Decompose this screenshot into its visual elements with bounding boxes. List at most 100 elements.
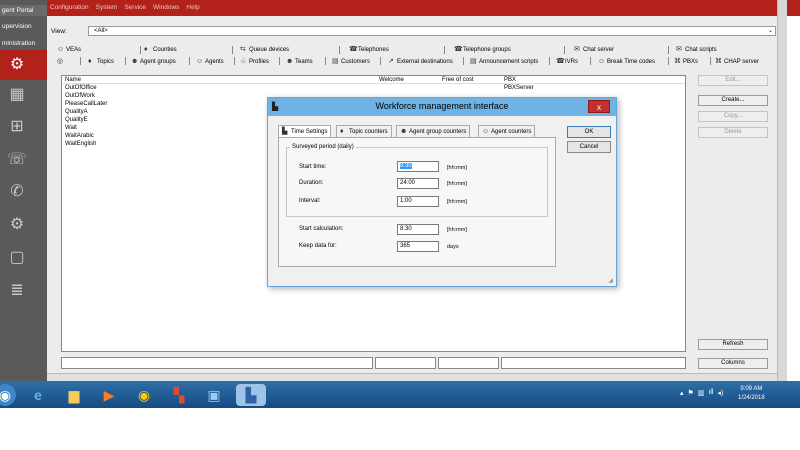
menu-system[interactable]: System — [96, 0, 118, 16]
tb-globe[interactable]: ◎ — [57, 58, 64, 65]
cancel-button[interactable]: Cancel — [567, 141, 611, 153]
tab-agent-group-counters[interactable]: ☻ Agent group counters — [396, 125, 471, 137]
sidebar-tab-agent-portal[interactable]: gent Portal — [0, 5, 47, 16]
list-item[interactable]: OutOfOffice — [65, 85, 97, 92]
refresh-button[interactable]: Refresh — [698, 339, 768, 350]
user-gear-icon[interactable]: ⚙ — [6, 215, 28, 235]
system-tray[interactable]: ▴ ⚑ ▥ ıll ◂) — [680, 389, 723, 397]
tb-agents[interactable]: ☺ Agents — [196, 58, 224, 65]
tb-break-time-codes[interactable]: ☺ Break Time codes — [598, 58, 655, 65]
tb-chat-server[interactable]: ✉ Chat server — [574, 46, 614, 53]
tray-up-arrow-icon[interactable]: ▴ — [680, 389, 684, 397]
keep-data-input[interactable]: 365 — [397, 241, 439, 252]
filter-name-input[interactable] — [61, 357, 373, 369]
chat-script-icon: ✉ — [676, 46, 682, 53]
tb-topics[interactable]: ♦ Topics — [88, 58, 114, 65]
running-app-icon[interactable]: ▙ — [236, 384, 266, 406]
duration-input[interactable]: 24:00 — [397, 178, 439, 189]
flag-icon[interactable]: ⚑ — [688, 389, 694, 397]
view-select[interactable]: <All> ⌄ — [88, 26, 776, 36]
close-button[interactable]: x — [588, 100, 610, 113]
tb-queue-devices[interactable]: ⇆ Queue devices — [240, 46, 289, 53]
app-tiles-icon[interactable]: ▚ — [168, 384, 190, 406]
tb-announcement-scripts[interactable]: ▤ Announcement scripts — [470, 58, 538, 65]
agent-groups-icon: ☻ — [400, 128, 408, 135]
pbx-icon: ⌘ — [674, 58, 681, 65]
tb-agent-groups[interactable]: ☻ Agent groups — [131, 58, 176, 65]
internet-explorer-icon[interactable]: e — [27, 384, 49, 406]
delete-button[interactable]: Delete — [698, 127, 768, 138]
list-item[interactable]: WaitArabic — [65, 133, 94, 140]
network-icon[interactable]: ▥ — [698, 389, 705, 397]
tb-external-destinations[interactable]: ↗ External destinations — [388, 58, 453, 65]
menu-help[interactable]: Help — [186, 0, 199, 16]
filter-pbx-input[interactable] — [501, 357, 686, 369]
hierarchy-gear-icon[interactable]: ⊞ — [6, 117, 28, 137]
file-explorer-icon[interactable]: ▆ — [63, 384, 85, 406]
list-item[interactable]: WaitEnglish — [65, 141, 96, 148]
sidebar-tab-administration[interactable]: ministration — [0, 38, 47, 49]
resize-grip-icon[interactable]: ◢ — [608, 277, 613, 284]
column-header-free-of-cost[interactable]: Free of cost — [442, 77, 474, 84]
dialog-titlebar[interactable]: ▙ Workforce management interface x — [268, 98, 616, 116]
sidebar-tab-supervision[interactable]: upervision — [0, 21, 47, 32]
users-icon: ☺ — [57, 46, 65, 53]
document-gear-icon[interactable]: ▢ — [6, 248, 28, 268]
ok-button[interactable]: OK — [567, 126, 611, 138]
copy-button[interactable]: Copy... — [698, 111, 768, 122]
columns-button[interactable]: Columns — [698, 358, 768, 369]
tb-chat-scripts[interactable]: ✉ Chat scripts — [676, 46, 717, 53]
volume-icon[interactable]: ◂) — [717, 389, 723, 397]
list-item[interactable]: QualityA — [65, 109, 88, 116]
horizontal-scrollbar[interactable] — [47, 373, 777, 381]
tb-telephone-groups[interactable]: ☎ Telephone groups — [454, 46, 511, 53]
menu-windows[interactable]: Windows — [153, 0, 179, 16]
start-button-icon[interactable]: ◉ — [0, 384, 16, 406]
topics-icon: ♦ — [88, 58, 92, 65]
tab-time-settings[interactable]: ▙ Time Settings — [278, 125, 332, 137]
tb-profiles[interactable]: ♧ Profiles — [240, 58, 269, 65]
create-button[interactable]: Create... — [698, 95, 768, 106]
vertical-scrollbar[interactable] — [777, 0, 787, 381]
phone-gear-icon[interactable]: ☏ — [6, 150, 28, 170]
interval-input[interactable]: 1:00 — [397, 196, 439, 207]
edit-button[interactable]: Edit... — [698, 75, 768, 86]
table-gear-icon[interactable]: ▦ — [6, 85, 28, 105]
start-time-input[interactable]: 8:30 — [397, 161, 439, 172]
column-header-welcome[interactable]: Welcome — [379, 77, 404, 84]
toolbar-separator — [279, 57, 280, 65]
tb-chap-server[interactable]: ⌘ CHAP server — [715, 58, 759, 65]
phone-icon[interactable]: ✆ — [6, 182, 28, 202]
signal-icon[interactable]: ıll — [708, 389, 713, 397]
toolbar-separator — [189, 57, 190, 65]
agent-icon: ☺ — [482, 128, 490, 135]
chrome-icon[interactable]: ◉ — [133, 384, 155, 406]
list-item[interactable]: QualityE — [65, 117, 88, 124]
tb-counties[interactable]: ♦ Counties — [144, 46, 177, 53]
list-item[interactable]: Wait — [65, 125, 77, 132]
tb-telephones[interactable]: ☎ Telephones — [349, 46, 389, 53]
tb-customers[interactable]: ▤ Customers — [332, 58, 370, 65]
sidebar-active-item[interactable]: ⚙ — [0, 50, 47, 80]
tb-veas[interactable]: ☺ VEAs — [57, 46, 81, 53]
column-header-name[interactable]: Name — [65, 77, 81, 84]
picture-icon[interactable]: ▣ — [203, 384, 225, 406]
left-sidebar: gent Portal upervision ministration ⚙ ▦ … — [0, 0, 47, 381]
dialog-title: Workforce management interface — [375, 101, 509, 111]
list-item[interactable]: PleaseCallLater — [65, 101, 107, 108]
tb-pbxs[interactable]: ⌘ PBXs — [674, 58, 698, 65]
tb-ivrs[interactable]: ☎ IVRs — [556, 58, 578, 65]
media-player-icon[interactable]: ▶ — [98, 384, 120, 406]
list-gear-icon[interactable]: ≣ — [6, 281, 28, 301]
column-header-pbx[interactable]: PBX — [504, 77, 516, 84]
filter-free-input[interactable] — [438, 357, 499, 369]
tb-teams[interactable]: ☻ Teams — [286, 58, 313, 65]
tab-agent-counters[interactable]: ☺ Agent counters — [478, 125, 536, 137]
list-item[interactable]: OutOfWork — [65, 93, 95, 100]
tab-topic-counters[interactable]: ♦ Topic counters — [336, 125, 392, 137]
start-calculation-input[interactable]: 8:30 — [397, 224, 439, 235]
menu-configuration[interactable]: Configuration — [50, 0, 89, 16]
clock[interactable]: 9:09 AM 1/24/2018 — [738, 385, 765, 403]
filter-welcome-input[interactable] — [375, 357, 436, 369]
menu-service[interactable]: Service — [124, 0, 146, 16]
